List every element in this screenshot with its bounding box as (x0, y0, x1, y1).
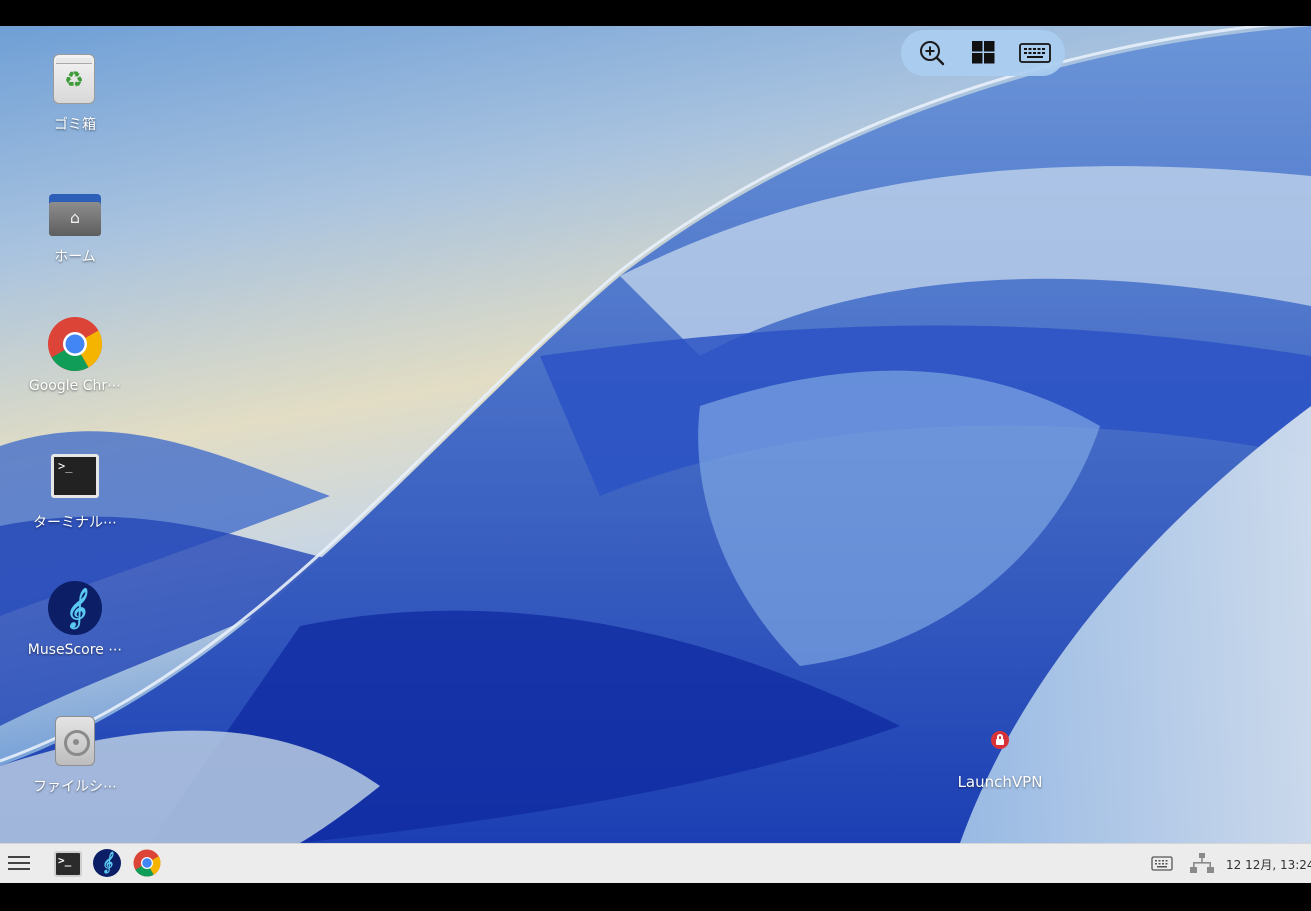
desktop-icon-chrome[interactable]: Google Chr⋯ (20, 316, 130, 394)
chrome-icon (47, 316, 103, 372)
hamburger-menu-icon[interactable] (8, 852, 30, 874)
desktop-icon-label: Google Chr⋯ (28, 378, 122, 394)
taskbar-musescore-icon[interactable]: 𝄞 (93, 849, 121, 877)
desktop-icon-label: ホーム (54, 249, 96, 265)
desktop-icon-musescore[interactable]: 𝄞 MuseScore ⋯ (20, 580, 130, 658)
taskbar-chrome-icon[interactable] (133, 849, 161, 877)
terminal-icon: >_ (47, 450, 103, 506)
keyboard-icon[interactable] (1017, 38, 1053, 68)
lock-icon (991, 731, 1009, 749)
taskbar: >_ 𝄞 12 12月, 13:24 (0, 843, 1311, 883)
desktop-icon-terminal[interactable]: >_ ターミナル⋯ (20, 450, 130, 532)
desktop-icon-trash[interactable]: ♻ ゴミ箱 (20, 52, 130, 134)
filesystem-disk-icon (47, 714, 103, 770)
musescore-icon: 𝄞 (47, 580, 103, 636)
desktop-icon-label: MuseScore ⋯ (27, 642, 123, 658)
floating-toolbar (901, 30, 1065, 76)
zoom-in-icon[interactable] (916, 38, 948, 68)
taskbar-terminal-icon[interactable]: >_ (54, 851, 82, 877)
desktop-icon-launchvpn[interactable]: LaunchVPN (950, 731, 1050, 791)
desktop-icon-label: ファイルシ⋯ (33, 779, 117, 795)
desktop-icon-label: ターミナル⋯ (33, 515, 117, 531)
bottom-letterbox (0, 883, 1311, 911)
top-letterbox (0, 0, 1311, 26)
desktop-icon-filesystem[interactable]: ファイルシ⋯ (20, 714, 130, 796)
desktop-icon-label: ゴミ箱 (54, 117, 96, 133)
tray-keyboard-icon[interactable] (1151, 854, 1173, 872)
trash-icon: ♻ (47, 52, 103, 108)
windows-grid-icon[interactable] (967, 38, 999, 68)
desktop-icon-label: LaunchVPN (957, 773, 1043, 791)
home-folder-icon: ⌂ (47, 184, 103, 240)
tray-network-icon[interactable] (1188, 852, 1216, 876)
desktop[interactable]: ♻ ゴミ箱 ⌂ ホーム Google Chr⋯ >_ ターミナル⋯ 𝄞 Muse… (0, 26, 1311, 843)
desktop-icon-home[interactable]: ⌂ ホーム (20, 184, 130, 266)
clock[interactable]: 12 12月, 13:24 (1226, 856, 1311, 873)
wallpaper (0, 26, 1311, 843)
